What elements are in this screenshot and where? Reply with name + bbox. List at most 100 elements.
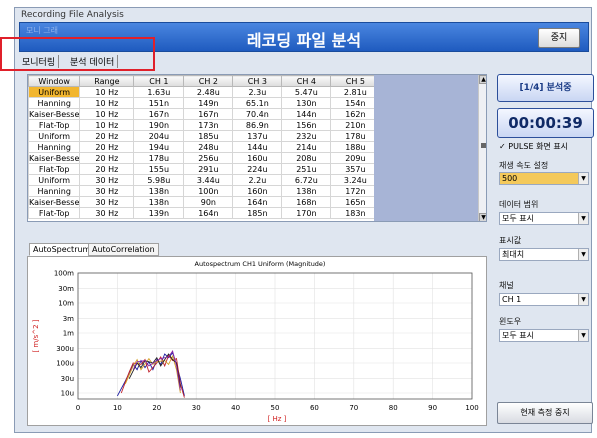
column-header[interactable]: CH 3 (232, 75, 283, 87)
stop-measurement-button[interactable]: 현재 측정 중지 (497, 402, 593, 424)
table-cell[interactable]: 86.9n (232, 119, 283, 131)
table-cell[interactable]: 155u (133, 163, 185, 175)
pulse-checkbox[interactable]: ✓ PULSE 화면 표시 (499, 141, 568, 152)
table-cell[interactable]: 90n (183, 196, 234, 208)
tab-autocorrelation[interactable]: AutoCorrelation (88, 243, 159, 256)
table-cell[interactable]: 20 Hz (79, 152, 135, 164)
scroll-thumb[interactable] (481, 143, 486, 148)
channel-select[interactable]: CH 1 ▼ (499, 293, 589, 306)
table-cell[interactable]: 139n (133, 207, 185, 219)
table-cell[interactable]: 65.1n (232, 97, 283, 109)
table-cell[interactable]: 164n (183, 207, 234, 219)
grid-scrollbar[interactable]: ▲ ▼ (478, 75, 486, 221)
table-row[interactable]: Hanning 30 Hz 138n 100n 160n 138n 172n (28, 185, 381, 197)
table-row[interactable]: Uniform 30 Hz 5.98u 3.44u 2.2u 6.72u 3.24u (28, 174, 381, 186)
table-cell[interactable]: 20 Hz (79, 163, 135, 175)
table-cell[interactable]: 209u (330, 152, 381, 164)
table-cell[interactable]: 208u (281, 152, 332, 164)
table-cell[interactable]: 6.72u (281, 174, 332, 186)
table-cell[interactable]: 30 Hz (79, 207, 135, 219)
table-cell[interactable]: 2.81u (330, 86, 381, 98)
table-cell[interactable]: 137u (232, 130, 283, 142)
table-row[interactable]: Flat-Top 20 Hz 155u 291u 224u 251u 357u (28, 163, 381, 175)
table-row[interactable]: Uniform 20 Hz 204u 185u 137u 232u 178u (28, 130, 381, 142)
table-cell[interactable]: 194u (133, 141, 185, 153)
column-header[interactable]: Window (28, 75, 81, 87)
table-cell[interactable]: Kaiser-Besse (28, 152, 81, 164)
table-row[interactable]: Kaiser-Besse 30 Hz 138n 90n 164n 168n 165n (28, 196, 381, 208)
table-cell[interactable]: 154n (330, 97, 381, 109)
table-cell[interactable]: 2.48u (183, 86, 234, 98)
table-cell[interactable]: 10 Hz (79, 86, 135, 98)
table-cell[interactable]: 357u (330, 163, 381, 175)
speed-select[interactable]: 500 ▼ (499, 172, 589, 185)
table-cell[interactable]: 5.47u (281, 86, 332, 98)
table-cell[interactable]: 256u (183, 152, 234, 164)
table-cell[interactable]: 173n (183, 119, 234, 131)
table-cell[interactable]: 160n (232, 185, 283, 197)
table-cell[interactable]: 144n (281, 108, 332, 120)
table-cell[interactable]: 190n (133, 119, 185, 131)
table-cell[interactable]: 2.3u (232, 86, 283, 98)
display-select[interactable]: 최대치 ▼ (499, 248, 589, 261)
table-cell[interactable]: Flat-Top (28, 163, 81, 175)
table-cell[interactable]: 291u (183, 163, 234, 175)
table-cell[interactable]: 10 Hz (79, 108, 135, 120)
table-cell[interactable]: 183n (330, 207, 381, 219)
scroll-down-icon[interactable]: ▼ (479, 213, 486, 221)
table-cell[interactable]: 185n (232, 207, 283, 219)
table-row[interactable]: Flat-Top 10 Hz 190n 173n 86.9n 156n 210n (28, 119, 381, 131)
table-cell[interactable]: Flat-Top (28, 207, 81, 219)
table-cell[interactable]: 144u (232, 141, 283, 153)
table-cell[interactable]: 5.98u (133, 174, 185, 186)
range-select[interactable]: 모두 표시 ▼ (499, 212, 589, 225)
table-row[interactable]: Kaiser-Besse 20 Hz 178u 256u 160u 208u 209u (28, 152, 381, 164)
table-cell[interactable]: 2.2u (232, 174, 283, 186)
table-cell[interactable]: 20 Hz (79, 130, 135, 142)
tab-autospectrum[interactable]: AutoSpectrum (29, 243, 95, 256)
table-cell[interactable]: 30 Hz (79, 185, 135, 197)
table-cell[interactable]: 138n (133, 196, 185, 208)
table-cell[interactable]: 156n (281, 119, 332, 131)
table-cell[interactable]: Hanning (28, 185, 81, 197)
table-cell[interactable]: 10 Hz (79, 119, 135, 131)
table-cell[interactable]: 160u (232, 152, 283, 164)
table-cell[interactable]: Hanning (28, 97, 81, 109)
table-row[interactable]: Hanning 20 Hz 194u 248u 144u 214u 188u (28, 141, 381, 153)
column-header[interactable]: Range (79, 75, 135, 87)
table-cell[interactable]: 185u (183, 130, 234, 142)
table-cell[interactable]: 248u (183, 141, 234, 153)
scroll-up-icon[interactable]: ▲ (479, 75, 486, 84)
table-row[interactable]: Flat-Top 30 Hz 139n 164n 185n 170n 183n (28, 207, 381, 219)
table-cell[interactable]: 165n (330, 196, 381, 208)
table-cell[interactable]: Uniform (28, 174, 81, 186)
table-cell[interactable]: 214u (281, 141, 332, 153)
table-cell[interactable]: Kaiser-Besse (28, 108, 81, 120)
table-cell[interactable]: 10 Hz (79, 97, 135, 109)
table-cell[interactable]: 251u (281, 163, 332, 175)
table-cell[interactable]: 130n (281, 97, 332, 109)
table-cell[interactable]: 20 Hz (79, 141, 135, 153)
table-cell[interactable]: 188u (330, 141, 381, 153)
table-cell[interactable]: 30 Hz (79, 174, 135, 186)
table-cell[interactable]: 210n (330, 119, 381, 131)
table-cell[interactable]: 100n (183, 185, 234, 197)
table-cell[interactable]: 164n (232, 196, 283, 208)
column-header[interactable]: CH 5 (330, 75, 381, 87)
table-cell[interactable]: 224u (232, 163, 283, 175)
column-header[interactable]: CH 2 (183, 75, 234, 87)
table-cell[interactable]: 151n (133, 97, 185, 109)
table-cell[interactable]: Uniform (28, 130, 81, 142)
table-cell[interactable]: 167n (183, 108, 234, 120)
table-cell[interactable]: 70.4n (232, 108, 283, 120)
table-cell[interactable]: 178u (133, 152, 185, 164)
table-cell[interactable]: 172n (330, 185, 381, 197)
table-cell[interactable]: 204u (133, 130, 185, 142)
table-row[interactable]: Uniform 10 Hz 1.63u 2.48u 2.3u 5.47u 2.81u (28, 86, 381, 98)
table-cell[interactable]: 167n (133, 108, 185, 120)
table-cell[interactable]: 232u (281, 130, 332, 142)
table-cell[interactable]: Uniform (28, 86, 81, 98)
column-header[interactable]: CH 4 (281, 75, 332, 87)
table-row[interactable]: Kaiser-Besse 10 Hz 167n 167n 70.4n 144n 162n (28, 108, 381, 120)
table-cell[interactable]: 138n (281, 185, 332, 197)
